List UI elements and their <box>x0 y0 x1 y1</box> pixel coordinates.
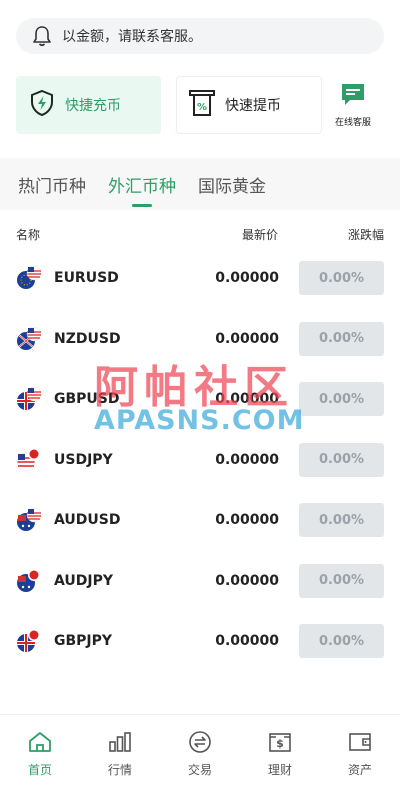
table-row[interactable]: GBPUSD 0.00000 0.00% <box>0 369 400 430</box>
nav-assets-label: 资产 <box>347 763 372 777</box>
nav-trade[interactable]: 交易 <box>160 715 240 800</box>
tab-forex[interactable]: 外汇币种 <box>108 172 176 197</box>
row-change-badge: 0.00% <box>299 382 384 417</box>
tab-hot-coins[interactable]: 热门币种 <box>18 172 86 197</box>
quick-withdraw-label: 快速提币 <box>225 98 281 114</box>
table-row[interactable]: EURUSD 0.00000 0.00% <box>0 248 400 309</box>
usd-jpy-flag-icon <box>16 447 42 473</box>
row-symbol: NZDUSD <box>54 330 121 347</box>
quick-withdraw-button[interactable]: % 快速提币 <box>176 76 322 134</box>
row-price: 0.00000 <box>215 391 279 408</box>
notice-text: 以金额，请联系客服。 <box>62 29 202 45</box>
row-symbol: GBPJPY <box>54 633 113 650</box>
table-row[interactable]: GBPJPY 0.00000 0.00% <box>0 611 400 672</box>
row-change-badge: 0.00% <box>299 442 384 477</box>
home-icon <box>28 731 52 757</box>
quick-deposit-button[interactable]: 快捷充币 <box>16 76 161 134</box>
aud-jpy-flag-icon <box>16 568 42 594</box>
nav-home[interactable]: 首页 <box>0 715 80 800</box>
atm-withdraw-icon: % <box>189 89 215 121</box>
svg-text:%: % <box>197 102 207 113</box>
row-price: 0.00000 <box>215 633 279 650</box>
row-symbol: EURUSD <box>54 270 119 287</box>
shield-lightning-icon <box>29 89 55 121</box>
row-change-badge: 0.00% <box>299 503 384 538</box>
aud-usd-flag-icon <box>16 507 42 533</box>
table-row[interactable]: AUDUSD 0.00000 0.00% <box>0 490 400 551</box>
nav-market[interactable]: 行情 <box>80 715 160 800</box>
wallet-dollar-icon: $ <box>268 731 292 757</box>
bottom-nav: 首页 行情 交易 $ 理财 资产 <box>0 714 400 800</box>
eur-usd-flag-icon <box>16 265 42 291</box>
gbp-jpy-flag-icon <box>16 628 42 654</box>
row-symbol: AUDJPY <box>54 572 114 589</box>
table-row[interactable]: AUDJPY 0.00000 0.00% <box>0 551 400 612</box>
quick-deposit-label: 快捷充币 <box>65 98 121 114</box>
table-row[interactable]: NZDUSD 0.00000 0.00% <box>0 309 400 370</box>
row-price: 0.00000 <box>215 330 279 347</box>
nav-finance-label: 理财 <box>267 763 292 777</box>
online-service-label: 在线客服 <box>334 117 371 128</box>
row-price: 0.00000 <box>215 270 279 287</box>
nav-trade-label: 交易 <box>187 763 212 777</box>
bar-chart-icon <box>108 731 132 757</box>
nav-home-label: 首页 <box>27 763 52 777</box>
chat-icon <box>341 83 365 111</box>
exchange-icon <box>188 731 212 757</box>
row-change-badge: 0.00% <box>299 563 384 598</box>
nzd-usd-flag-icon <box>16 326 42 352</box>
online-service-button[interactable]: 在线客服 <box>322 76 384 134</box>
quick-actions: 快捷充币 % 快速提币 在线客服 <box>16 76 384 134</box>
row-symbol: AUDUSD <box>54 512 121 529</box>
row-price: 0.00000 <box>215 572 279 589</box>
gbp-usd-flag-icon <box>16 386 42 412</box>
row-change-badge: 0.00% <box>299 261 384 296</box>
column-name-header: 名称 <box>16 228 41 242</box>
nav-finance[interactable]: $ 理财 <box>240 715 320 800</box>
svg-text:$: $ <box>276 737 284 750</box>
row-price: 0.00000 <box>215 512 279 529</box>
nav-market-label: 行情 <box>107 763 132 777</box>
table-header: 名称 最新价 涨跌幅 <box>16 226 384 244</box>
row-price: 0.00000 <box>215 451 279 468</box>
notice-bar[interactable]: 以金额，请联系客服。 <box>16 18 384 54</box>
table-row[interactable]: USDJPY 0.00000 0.00% <box>0 430 400 491</box>
column-change-header[interactable]: 涨跌幅 <box>348 226 384 243</box>
forex-list: EURUSD 0.00000 0.00% NZDUSD 0.00000 0.00… <box>0 248 400 672</box>
row-change-badge: 0.00% <box>299 624 384 659</box>
wallet-icon <box>348 731 372 757</box>
tab-gold[interactable]: 国际黄金 <box>198 172 266 197</box>
row-symbol: GBPUSD <box>54 391 120 408</box>
row-symbol: USDJPY <box>54 451 113 468</box>
bell-icon <box>30 24 54 48</box>
row-change-badge: 0.00% <box>299 321 384 356</box>
market-tabs: 热门币种 外汇币种 国际黄金 <box>0 158 400 210</box>
column-price-header: 最新价 <box>241 228 278 242</box>
nav-assets[interactable]: 资产 <box>320 715 400 800</box>
